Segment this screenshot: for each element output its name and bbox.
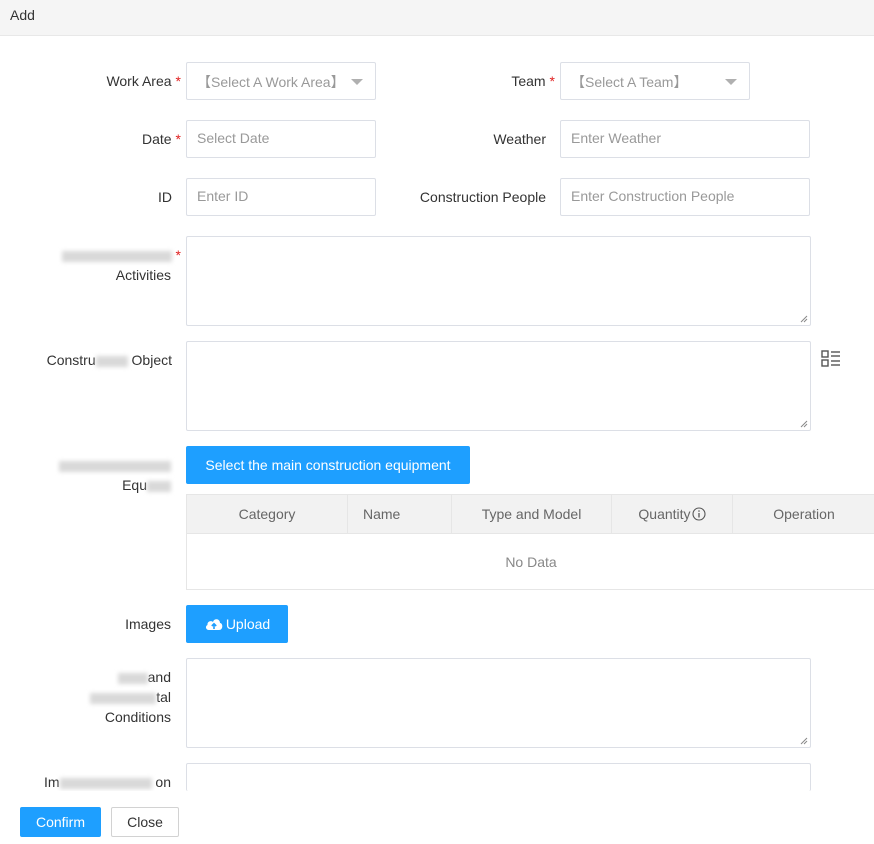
equipment-table: Category Name Type and Model Quantity Op… — [186, 494, 874, 590]
construction-people-label: Construction People — [419, 189, 546, 205]
weather-placeholder: Enter Weather — [571, 130, 662, 146]
chevron-down-icon — [725, 79, 737, 85]
info-circle-icon[interactable] — [692, 507, 706, 521]
work-area-label: Work Area * — [106, 73, 181, 89]
team-select-value: 【Select A Team】 — [571, 74, 688, 90]
work-area-select-value: 【Select A Work Area】 — [197, 74, 345, 90]
chevron-down-icon — [351, 79, 363, 85]
column-header-operation: Operation — [773, 506, 835, 522]
weather-input[interactable]: Enter Weather — [560, 120, 810, 158]
obscured-text — [147, 480, 171, 492]
images-label: Images — [125, 616, 171, 632]
construction-object-label: Constru Object — [46, 352, 172, 368]
select-equipment-button[interactable]: Select the main construction equipment — [186, 446, 470, 484]
conditions-label: and tal Conditions — [40, 667, 171, 727]
construction-people-input[interactable]: Enter Construction People — [560, 178, 810, 216]
obscured-text — [59, 777, 152, 789]
id-placeholder: Enter ID — [197, 188, 249, 204]
construction-people-placeholder: Enter Construction People — [571, 188, 735, 204]
obscured-text — [95, 355, 128, 367]
obscured-text — [61, 250, 172, 262]
conditions-textarea[interactable] — [186, 658, 811, 748]
weather-label: Weather — [493, 131, 546, 147]
work-area-select[interactable]: 【Select A Work Area】 — [186, 62, 376, 100]
team-label: Team * — [511, 73, 555, 89]
dialog-titlebar: Add — [0, 0, 874, 36]
confirm-button[interactable]: Confirm — [20, 807, 101, 837]
resize-grip-icon — [800, 315, 808, 323]
cloud-upload-icon — [205, 619, 223, 630]
date-label: Date * — [141, 131, 181, 147]
immediate-issues-textarea[interactable] — [186, 763, 811, 791]
dialog-title: Add — [10, 7, 35, 23]
column-header-category: Category — [187, 495, 348, 534]
main-activities-textarea[interactable] — [186, 236, 811, 326]
column-header-name: Name — [348, 495, 452, 534]
obscured-text — [117, 672, 148, 684]
required-marker: * — [549, 73, 555, 89]
id-label: ID — [158, 189, 172, 205]
required-marker: * — [175, 73, 181, 89]
equipment-label: Equ — [40, 455, 171, 495]
main-activities-label: * Activities — [40, 245, 181, 285]
resize-grip-icon — [800, 737, 808, 745]
column-header-type-model: Type and Model — [452, 495, 612, 534]
table-header: Category Name Type and Model Quantity Op… — [187, 495, 874, 534]
dialog-footer: Confirm Close — [0, 791, 874, 844]
column-header-quantity: Quantity — [612, 495, 733, 534]
required-marker: * — [175, 247, 181, 263]
resize-grip-icon — [800, 420, 808, 428]
required-marker: * — [175, 131, 181, 147]
date-input[interactable]: Select Date — [186, 120, 376, 158]
construction-object-textarea[interactable] — [186, 341, 811, 431]
list-picker-icon[interactable] — [821, 350, 841, 368]
date-placeholder: Select Date — [197, 130, 270, 146]
obscured-text — [59, 460, 171, 472]
team-select[interactable]: 【Select A Team】 — [560, 62, 750, 100]
table-empty-state: No Data — [505, 554, 557, 570]
obscured-text — [90, 692, 157, 704]
close-button[interactable]: Close — [111, 807, 179, 837]
id-input[interactable]: Enter ID — [186, 178, 376, 216]
upload-button[interactable]: Upload — [186, 605, 288, 643]
immediate-issues-label: Im on — [43, 774, 171, 790]
